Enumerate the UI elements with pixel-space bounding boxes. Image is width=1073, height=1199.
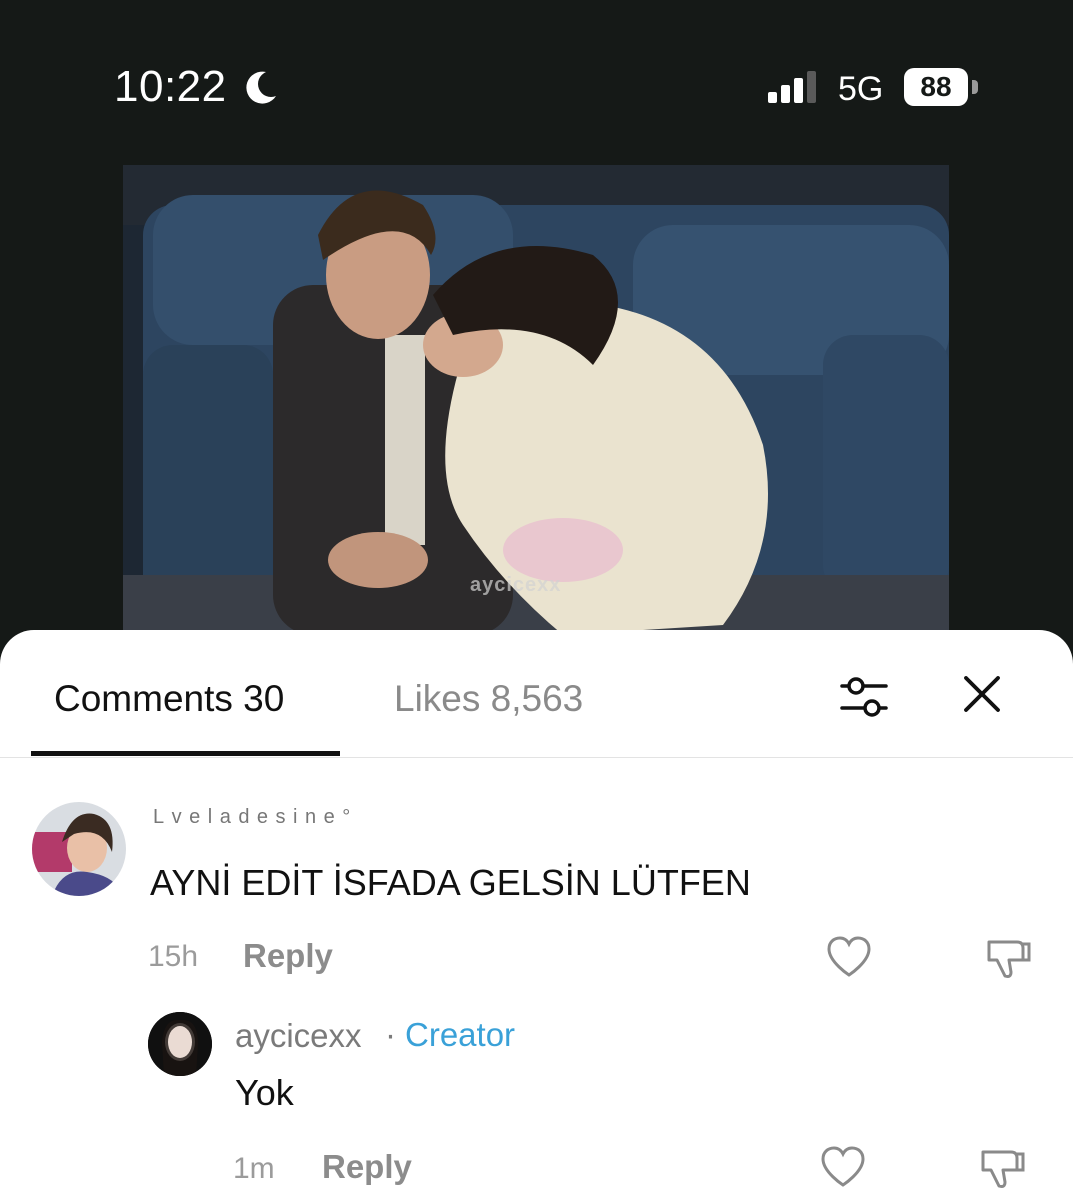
- dislike-icon[interactable]: [985, 936, 1033, 980]
- heart-icon[interactable]: [825, 935, 873, 979]
- comments-sheet: Comments 30 Likes 8,563 Lveladesine° AYN…: [0, 630, 1073, 1199]
- status-bar: 10:22 5G 88: [0, 0, 1073, 160]
- reply-button[interactable]: Reply: [243, 937, 333, 975]
- heart-icon[interactable]: [819, 1145, 867, 1189]
- comment-time: 15h: [148, 940, 199, 973]
- close-icon[interactable]: [962, 674, 1002, 714]
- active-tab-indicator: [31, 751, 340, 756]
- comment-time: 1m: [233, 1152, 275, 1185]
- comment-text: Yok: [235, 1072, 294, 1113]
- battery-level: 88: [920, 71, 952, 102]
- avatar[interactable]: [32, 802, 126, 896]
- sheet-divider: [0, 757, 1073, 758]
- video-player[interactable]: [123, 165, 949, 635]
- signal-icon: [768, 71, 816, 103]
- comment-text: AYNİ EDİT İSFADA GELSİN LÜTFEN: [150, 862, 751, 903]
- comment-username[interactable]: Lveladesine°: [153, 806, 358, 829]
- network-label: 5G: [838, 70, 884, 108]
- tab-comments[interactable]: Comments 30: [54, 678, 284, 720]
- creator-badge: Creator: [405, 1016, 516, 1053]
- moon-icon: [246, 71, 276, 104]
- video-frame: [123, 165, 949, 635]
- reply-button[interactable]: Reply: [322, 1148, 412, 1186]
- video-watermark: aycicexx: [470, 574, 562, 596]
- tab-likes[interactable]: Likes 8,563: [394, 678, 583, 720]
- dislike-icon[interactable]: [979, 1146, 1027, 1190]
- status-time: 10:22: [114, 62, 227, 111]
- comment-username[interactable]: aycicexx: [235, 1017, 362, 1055]
- battery-icon: 88: [904, 68, 968, 106]
- filter-icon[interactable]: [838, 674, 890, 720]
- avatar[interactable]: [148, 1012, 212, 1076]
- battery-tip: [972, 80, 978, 94]
- separator-dot: ·: [385, 1016, 396, 1053]
